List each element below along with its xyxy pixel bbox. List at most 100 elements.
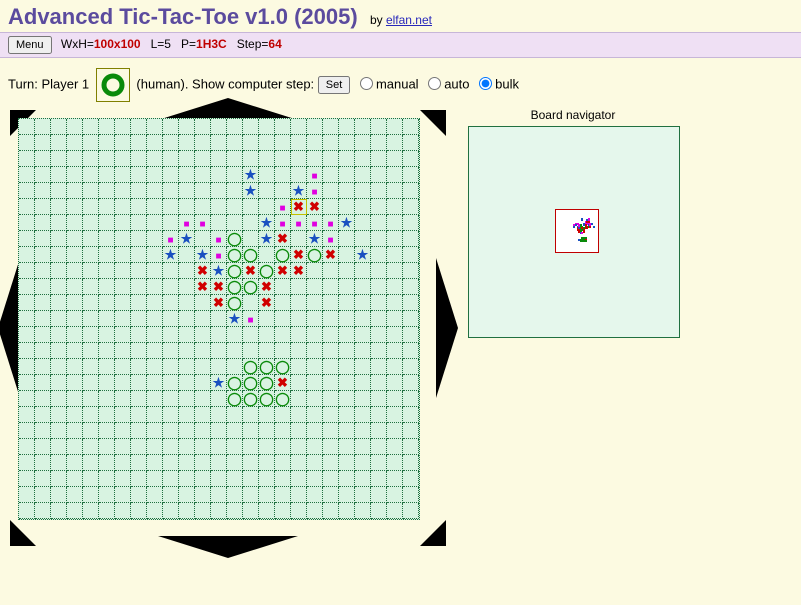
cell[interactable] (179, 455, 195, 471)
cell[interactable] (291, 359, 307, 375)
cell[interactable] (291, 135, 307, 151)
corner-tr-icon[interactable] (420, 110, 446, 136)
cell[interactable] (371, 247, 387, 263)
cell[interactable]: ✖ (243, 263, 259, 279)
cell[interactable] (387, 391, 403, 407)
cell[interactable] (211, 135, 227, 151)
cell[interactable] (291, 391, 307, 407)
cell[interactable] (307, 455, 323, 471)
cell[interactable] (339, 231, 355, 247)
cell[interactable]: ◯ (243, 279, 259, 295)
cell[interactable] (163, 135, 179, 151)
cell[interactable] (387, 119, 403, 135)
cell[interactable] (227, 135, 243, 151)
cell[interactable] (355, 391, 371, 407)
cell[interactable] (259, 343, 275, 359)
cell[interactable]: ★ (243, 167, 259, 183)
cell[interactable] (115, 471, 131, 487)
cell[interactable] (131, 167, 147, 183)
cell[interactable] (83, 503, 99, 519)
scroll-up-icon[interactable] (158, 98, 298, 120)
cell[interactable] (35, 487, 51, 503)
cell[interactable] (323, 199, 339, 215)
cell[interactable] (179, 311, 195, 327)
cell[interactable] (99, 247, 115, 263)
cell[interactable] (67, 183, 83, 199)
cell[interactable] (67, 327, 83, 343)
cell[interactable]: ■ (275, 199, 291, 215)
cell[interactable] (371, 391, 387, 407)
cell[interactable] (67, 471, 83, 487)
cell[interactable] (99, 327, 115, 343)
cell[interactable] (131, 375, 147, 391)
cell[interactable] (291, 311, 307, 327)
cell[interactable] (51, 359, 67, 375)
cell[interactable] (227, 359, 243, 375)
cell[interactable] (35, 199, 51, 215)
scroll-left-icon[interactable] (0, 258, 20, 398)
cell[interactable] (51, 295, 67, 311)
cell[interactable] (339, 247, 355, 263)
cell[interactable] (35, 311, 51, 327)
cell[interactable] (371, 455, 387, 471)
cell[interactable] (83, 311, 99, 327)
cell[interactable] (67, 359, 83, 375)
cell[interactable] (35, 215, 51, 231)
cell[interactable] (115, 343, 131, 359)
cell[interactable]: ■ (307, 167, 323, 183)
cell[interactable] (179, 407, 195, 423)
cell[interactable] (115, 311, 131, 327)
cell[interactable] (51, 183, 67, 199)
cell[interactable] (291, 439, 307, 455)
cell[interactable] (355, 311, 371, 327)
cell[interactable] (195, 391, 211, 407)
cell[interactable] (131, 343, 147, 359)
cell[interactable] (323, 343, 339, 359)
cell[interactable] (179, 199, 195, 215)
cell[interactable] (339, 295, 355, 311)
cell[interactable] (83, 215, 99, 231)
cell[interactable] (243, 119, 259, 135)
set-button[interactable]: Set (318, 76, 351, 94)
cell[interactable] (355, 183, 371, 199)
cell[interactable] (179, 135, 195, 151)
cell[interactable] (99, 135, 115, 151)
cell[interactable]: ✖ (275, 375, 291, 391)
cell[interactable] (259, 247, 275, 263)
cell[interactable] (83, 487, 99, 503)
cell[interactable] (147, 199, 163, 215)
cell[interactable] (243, 455, 259, 471)
cell[interactable] (195, 327, 211, 343)
cell[interactable] (227, 167, 243, 183)
cell[interactable] (131, 151, 147, 167)
cell[interactable]: ✖ (259, 279, 275, 295)
cell[interactable] (99, 215, 115, 231)
cell[interactable] (403, 247, 419, 263)
cell[interactable] (403, 135, 419, 151)
cell[interactable] (179, 167, 195, 183)
cell[interactable] (323, 439, 339, 455)
cell[interactable] (83, 247, 99, 263)
cell[interactable] (259, 423, 275, 439)
cell[interactable] (115, 423, 131, 439)
cell[interactable] (307, 279, 323, 295)
cell[interactable] (115, 183, 131, 199)
cell[interactable] (67, 295, 83, 311)
cell[interactable]: ✖ (195, 279, 211, 295)
cell[interactable] (195, 439, 211, 455)
cell[interactable] (147, 471, 163, 487)
cell[interactable] (163, 455, 179, 471)
cell[interactable] (67, 167, 83, 183)
cell[interactable]: ✖ (275, 263, 291, 279)
cell[interactable] (147, 215, 163, 231)
cell[interactable] (179, 391, 195, 407)
cell[interactable] (371, 311, 387, 327)
cell[interactable] (115, 279, 131, 295)
cell[interactable] (243, 199, 259, 215)
cell[interactable] (403, 263, 419, 279)
cell[interactable] (131, 487, 147, 503)
cell[interactable] (35, 295, 51, 311)
cell[interactable] (115, 119, 131, 135)
cell[interactable] (387, 375, 403, 391)
cell[interactable]: ◯ (227, 247, 243, 263)
